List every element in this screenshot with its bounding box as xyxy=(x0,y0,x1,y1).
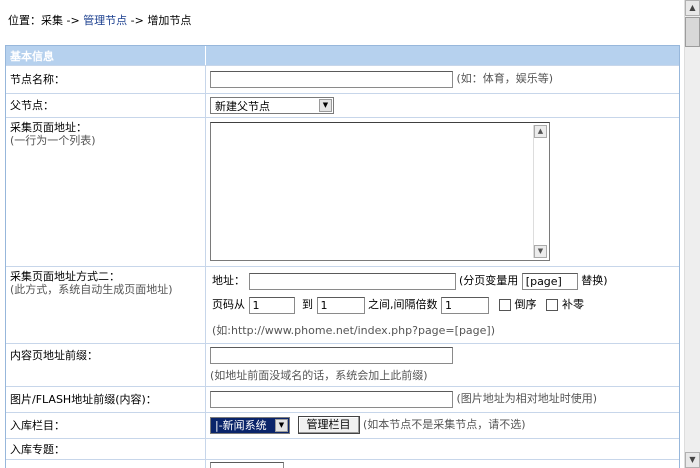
page-scrollbar[interactable]: ▲ ▼ xyxy=(684,0,700,468)
section-title: 基本信息 xyxy=(6,46,206,65)
address-label: 地址： xyxy=(212,274,245,287)
label-collect-url: 采集页面地址： xyxy=(10,121,87,134)
breadcrumb-link-manage-nodes[interactable]: 管理节点 xyxy=(83,14,127,27)
label-image-prefix: 图片/FLASH地址前缀(内容)： xyxy=(6,387,206,412)
collect-url-mode2-subhint: (此方式，系统自动生成页面地址) xyxy=(10,283,173,296)
arrow-up-icon[interactable]: ▲ xyxy=(685,0,700,16)
page-var-hint-post: 替换) xyxy=(581,274,608,287)
reverse-checkbox[interactable] xyxy=(498,299,511,311)
node-form: 基本信息 节点名称： (如：体育，娱乐等) 父节点： 新建父节点 ▼ 采集页面地… xyxy=(5,45,680,468)
section-header: 基本信息 xyxy=(6,46,679,66)
label-content-prefix: 内容页地址前缀： xyxy=(6,344,206,386)
page-step-input[interactable]: 1 xyxy=(441,296,489,314)
row-parent-node: 父节点： 新建父节点 ▼ xyxy=(6,94,679,118)
zero-pad-label: 补零 xyxy=(562,298,584,311)
collect-url-example: (如:http://www.phome.net/index.php?page=[… xyxy=(212,324,495,337)
collect-url-subhint: (一行为一个列表) xyxy=(10,134,96,147)
page-to-input[interactable]: 1 xyxy=(316,296,365,314)
partial-input[interactable] xyxy=(210,462,284,468)
page-to-label: 到 xyxy=(302,298,313,311)
node-name-hint: (如：体育，娱乐等) xyxy=(456,72,554,85)
image-prefix-hint: (图片地址为相对地址时使用) xyxy=(456,392,598,405)
label-parent-node: 父节点： xyxy=(6,94,206,117)
category-selected: |-新闻系统 xyxy=(215,419,267,432)
row-topic: 入库专题： xyxy=(6,439,679,460)
page-var-input[interactable]: [page] xyxy=(521,272,578,290)
breadcrumb: 位置：采集 -> 管理节点 -> 增加节点 xyxy=(8,12,191,28)
scrollbar-thumb[interactable] xyxy=(685,17,700,47)
category-select[interactable]: |-新闻系统 ▼ xyxy=(210,416,290,434)
reverse-label: 倒序 xyxy=(514,298,537,311)
zero-pad-checkbox[interactable] xyxy=(546,299,558,311)
row-content-prefix: 内容页地址前缀： (如地址前面没域名的话，系统会加上此前缀) xyxy=(6,344,679,387)
row-collect-url: 采集页面地址： (一行为一个列表) ▲ ▼ xyxy=(6,118,679,267)
row-node-name: 节点名称： (如：体育，娱乐等) xyxy=(6,66,679,94)
label-topic: 入库专题： xyxy=(6,439,206,459)
breadcrumb-suffix: -> 增加节点 xyxy=(127,14,192,27)
category-hint: (如本节点不是采集节点，请不选) xyxy=(363,418,526,431)
page-from-label: 页码从 xyxy=(212,298,245,311)
breadcrumb-prefix: 位置：采集 -> xyxy=(8,14,84,27)
address-input[interactable] xyxy=(248,272,456,290)
row-collect-url-mode2: 采集页面地址方式二： (此方式，系统自动生成页面地址) 地址： (分页变量用 [… xyxy=(6,267,679,344)
arrow-down-icon[interactable]: ▼ xyxy=(685,452,700,468)
page-var-hint-pre: (分页变量用 xyxy=(459,274,519,287)
textarea-scrollbar[interactable]: ▲ ▼ xyxy=(533,125,547,258)
image-prefix-input[interactable] xyxy=(210,390,453,408)
content-prefix-input[interactable] xyxy=(210,347,453,364)
content-prefix-hint: (如地址前面没域名的话，系统会加上此前缀) xyxy=(210,369,428,382)
row-image-prefix: 图片/FLASH地址前缀(内容)： (图片地址为相对地址时使用) xyxy=(6,387,679,413)
row-partial xyxy=(6,460,679,468)
label-collect-url-mode2: 采集页面地址方式二： xyxy=(10,270,120,283)
collect-url-textarea[interactable]: ▲ ▼ xyxy=(210,122,550,261)
page-content: 位置：采集 -> 管理节点 -> 增加节点 基本信息 节点名称： (如：体育，娱… xyxy=(0,0,684,468)
page-step-label: 之间,间隔倍数 xyxy=(368,298,438,311)
arrow-down-icon[interactable]: ▼ xyxy=(534,245,547,258)
label-category: 入库栏目： xyxy=(6,413,206,438)
chevron-down-icon: ▼ xyxy=(319,99,332,112)
row-category: 入库栏目： |-新闻系统 ▼ 管理栏目 (如本节点不是采集节点，请不选) xyxy=(6,413,679,439)
parent-node-selected: 新建父节点 xyxy=(215,99,270,113)
page-from-input[interactable]: 1 xyxy=(248,296,295,314)
label-node-name: 节点名称： xyxy=(6,66,206,93)
parent-node-select[interactable]: 新建父节点 ▼ xyxy=(210,97,334,114)
arrow-up-icon[interactable]: ▲ xyxy=(534,125,547,138)
chevron-down-icon: ▼ xyxy=(275,418,288,432)
node-name-input[interactable] xyxy=(210,70,453,88)
manage-category-button[interactable]: 管理栏目 xyxy=(297,416,360,434)
